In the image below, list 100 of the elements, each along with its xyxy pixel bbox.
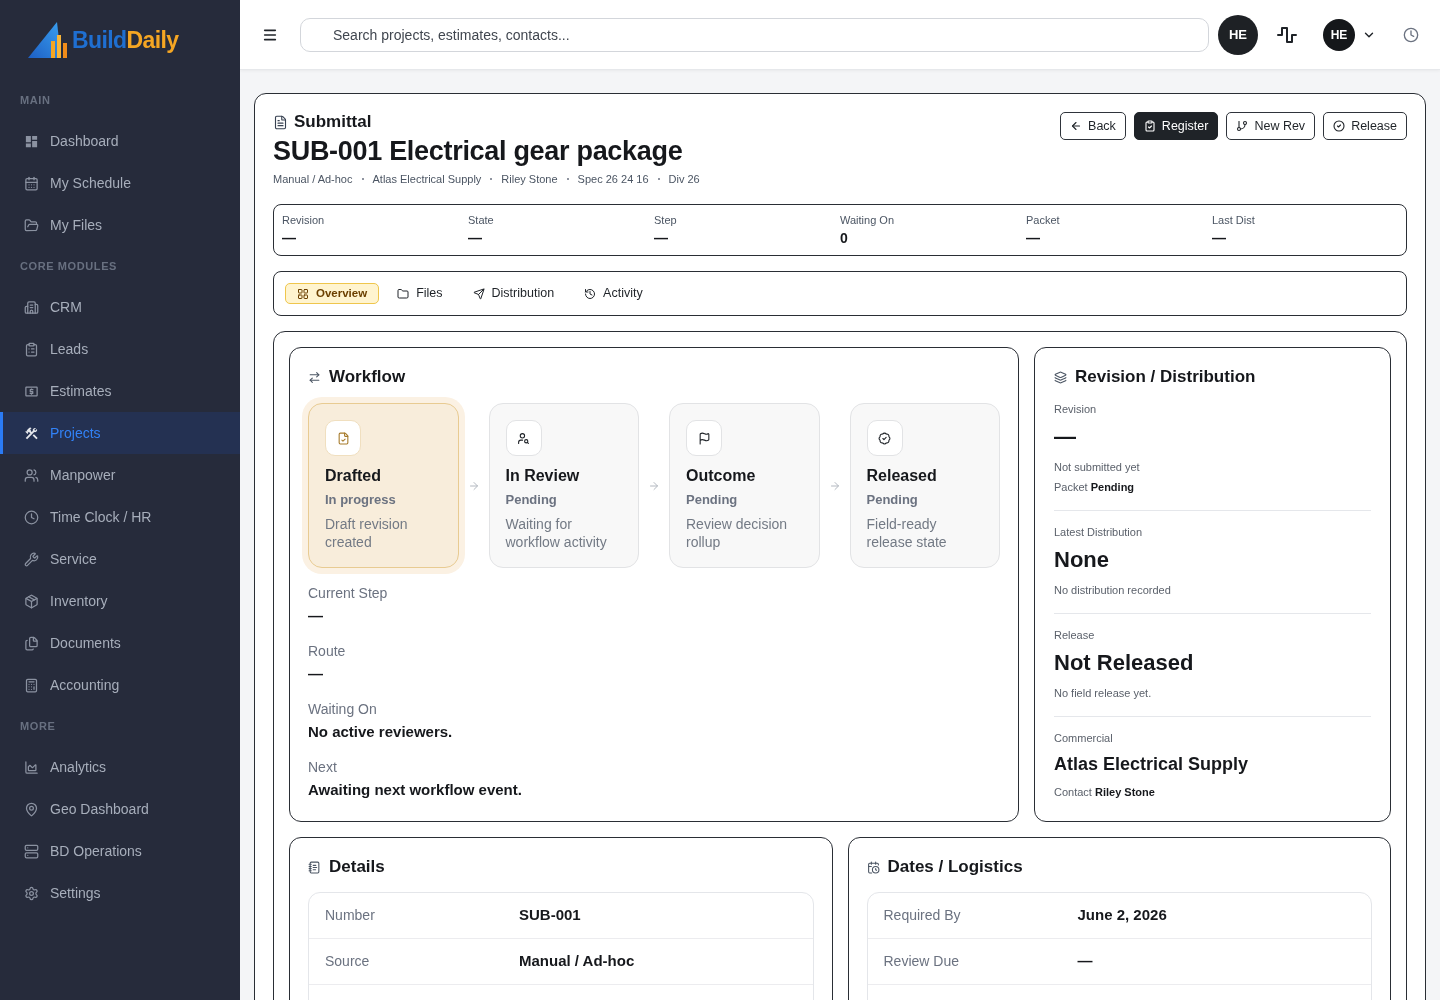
section-value: Atlas Electrical Supply	[1054, 753, 1249, 776]
sidebar-item[interactable]: Analytics	[0, 746, 240, 788]
sidebar-item[interactable]: Settings	[0, 872, 240, 914]
stat-label: Waiting On	[840, 213, 894, 228]
arrow-left-icon	[1070, 120, 1083, 132]
swap-arrows-icon	[308, 370, 321, 384]
settings-icon	[24, 885, 39, 901]
document-icon	[273, 114, 288, 130]
section-label: Revision	[1054, 402, 1097, 417]
sidebar-item[interactable]: BD Operations	[0, 830, 240, 872]
field-label: Next	[308, 758, 337, 776]
folder-icon	[397, 287, 410, 300]
sidebar-item[interactable]: Estimates	[0, 370, 240, 412]
action-button[interactable]: New Rev	[1226, 112, 1316, 140]
folder-icon	[24, 217, 39, 233]
tab[interactable]: Activity	[572, 283, 655, 304]
card-title: Revision / Distribution	[1075, 366, 1256, 388]
sidebar-item[interactable]: Geo Dashboard	[0, 788, 240, 830]
arrow-right-icon	[648, 479, 660, 492]
stat-label: State	[468, 213, 494, 228]
search-field[interactable]: Search projects, estimates, contacts...	[300, 17, 1209, 52]
card-title: Details	[329, 856, 385, 878]
sidebar-item[interactable]: Documents	[0, 622, 240, 664]
meta-item: Div 26	[668, 172, 700, 187]
sidebar-item[interactable]: My Schedule	[0, 162, 240, 204]
field-value: Awaiting next workflow event.	[308, 780, 522, 800]
stat-value: —	[654, 229, 668, 248]
action-button[interactable]: Release	[1323, 112, 1407, 140]
user-avatar[interactable]: HE	[1323, 18, 1355, 51]
users-icon	[24, 467, 39, 483]
section-label: Latest Distribution	[1054, 525, 1143, 540]
section-label: Release	[1054, 628, 1095, 643]
grid-icon	[24, 133, 39, 149]
tab[interactable]: Overview	[285, 283, 380, 304]
step-title: In Review	[505, 466, 581, 486]
section-label: Commercial	[1054, 731, 1113, 746]
section-value: Not Released	[1054, 649, 1194, 677]
step-title: Released	[866, 466, 938, 486]
sidebar-item[interactable]: Dashboard	[0, 120, 240, 162]
layers-icon	[1054, 370, 1067, 384]
map-pin-icon	[24, 801, 39, 817]
tab[interactable]: Distribution	[460, 283, 567, 304]
arrow-right-icon	[467, 479, 480, 492]
sidebar-item[interactable]: My Files	[0, 204, 240, 246]
sidebar-item[interactable]: Manpower	[0, 454, 240, 496]
flag-icon	[686, 420, 722, 456]
tab[interactable]: Files	[385, 283, 455, 304]
step-status: Pending	[866, 491, 919, 509]
sidebar-item[interactable]: CRM	[0, 286, 240, 328]
row-value: Manual / Ad-hoc	[519, 951, 635, 972]
arrow-right-icon	[828, 479, 841, 492]
row-label: Source	[325, 952, 370, 971]
step-status: Pending	[686, 491, 739, 509]
step-status: In progress	[325, 491, 397, 509]
sidebar-item[interactable]: Leads	[0, 328, 240, 370]
box-icon	[24, 593, 39, 609]
step-title: Drafted	[325, 466, 382, 486]
section-note: No distribution recorded	[1054, 583, 1171, 598]
field-label: Current Step	[308, 584, 388, 602]
row-label: Required By	[883, 906, 961, 925]
calendar-clock-icon	[866, 860, 880, 874]
stat-value: —	[1026, 229, 1040, 248]
action-button[interactable]: Back	[1060, 112, 1126, 140]
building-icon	[24, 299, 39, 315]
send-icon	[472, 287, 485, 300]
grid-icon	[297, 287, 309, 300]
sidebar-item[interactable]: Inventory	[0, 580, 240, 622]
meta-item: Spec 26 24 16	[577, 172, 649, 187]
section-value: None	[1054, 546, 1109, 574]
badge-check-icon	[866, 420, 903, 456]
field-value: No active reviewers.	[308, 722, 453, 742]
step-title: Outcome	[686, 466, 757, 486]
stat-label: Last Dist	[1212, 213, 1255, 228]
stat-value: —	[468, 229, 482, 248]
row-value: —	[1077, 951, 1093, 972]
calendar-icon	[24, 175, 39, 191]
clock-icon[interactable]	[1403, 26, 1419, 43]
logo-icon	[27, 21, 69, 59]
field-value: —	[308, 606, 323, 626]
stat-value: —	[282, 229, 296, 248]
clock-icon	[24, 509, 39, 525]
square-wave-icon[interactable]	[1277, 24, 1297, 45]
user-avatar[interactable]: HE	[1218, 14, 1258, 55]
row-value: SUB-001	[519, 905, 581, 926]
area-chart-icon	[24, 759, 39, 775]
step-description: Waiting for workflow activity	[505, 515, 608, 551]
hammer-wrench-icon	[24, 425, 39, 441]
section-note: Packet Pending	[1054, 480, 1135, 495]
section-value: —	[1054, 423, 1076, 451]
sidebar-item[interactable]: Service	[0, 538, 240, 580]
sidebar-item[interactable]: Projects	[0, 412, 240, 454]
sidebar-item[interactable]: Accounting	[0, 664, 240, 706]
sidebar-item[interactable]: Time Clock / HR	[0, 496, 240, 538]
check-circle-icon	[1333, 120, 1346, 132]
field-value: —	[308, 664, 323, 684]
stat-label: Step	[654, 213, 677, 228]
step-description: Review decision rollup	[686, 515, 789, 551]
meta-item: Atlas Electrical Supply	[372, 172, 482, 187]
action-button[interactable]: Register	[1133, 112, 1219, 140]
stat-label: Packet	[1026, 213, 1060, 228]
